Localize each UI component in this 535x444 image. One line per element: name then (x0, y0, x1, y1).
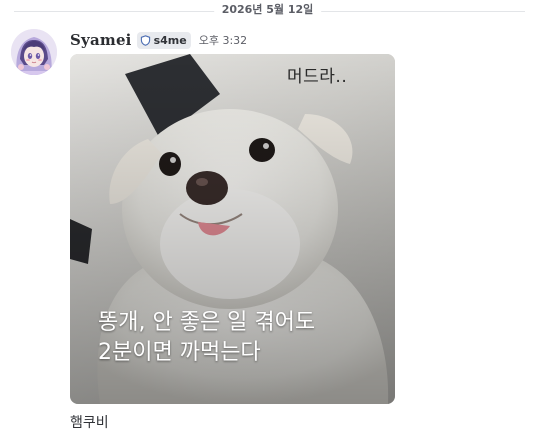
image-caption: 똥개, 안 좋은 일 겪어도 2분이면 까먹는다 (98, 308, 315, 368)
username[interactable]: Syamei (70, 31, 132, 49)
shield-icon (140, 34, 151, 46)
avatar[interactable] (11, 29, 57, 75)
message-image[interactable]: 머드라.. 똥개, 안 좋은 일 겪어도 2분이면 까먹는다 (70, 54, 395, 404)
guild-tag[interactable]: s4me (136, 31, 191, 49)
avatar-image (11, 29, 57, 75)
message-text: 햄쿠비 (70, 415, 109, 431)
guild-tag-label: s4me (153, 33, 187, 47)
timestamp[interactable]: 오후 3:32 (199, 32, 247, 48)
divider-date: 2026년 5월 12일 (213, 2, 322, 18)
image-caption-line-1: 똥개, 안 좋은 일 겪어도 (98, 310, 316, 335)
image-top-caption: 머드라.. (287, 67, 348, 87)
message-header: Syamei s4me 오후 3:32 (70, 30, 247, 50)
image-caption-line-2: 2분이면 까먹는다 (98, 340, 261, 365)
